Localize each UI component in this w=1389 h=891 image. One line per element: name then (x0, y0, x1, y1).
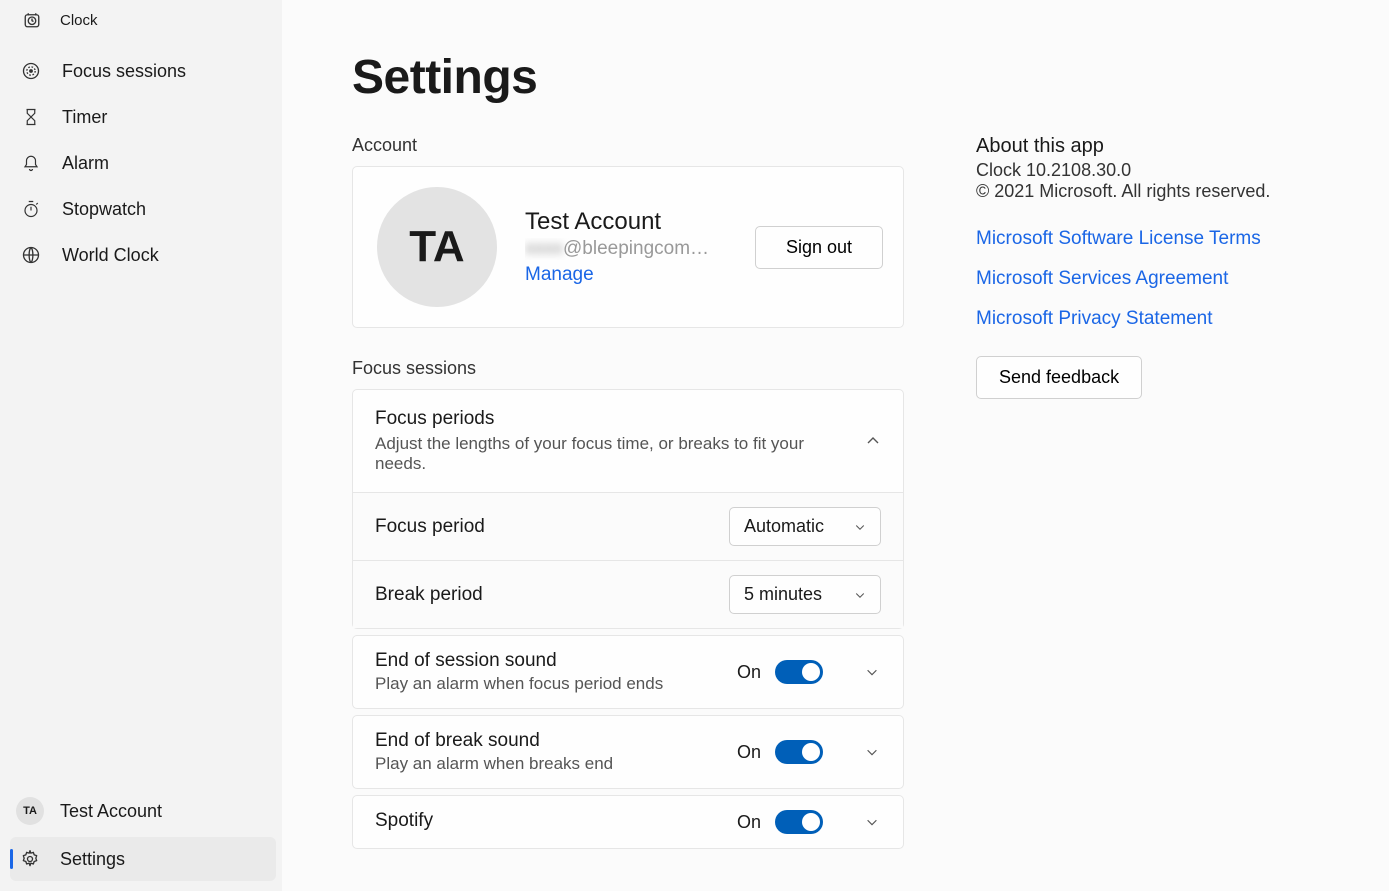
bell-icon (20, 152, 42, 174)
spotify-toggle[interactable] (775, 810, 823, 834)
break-period-value: 5 minutes (744, 584, 822, 605)
chevron-up-icon (865, 433, 881, 449)
focus-periods-title: Focus periods (375, 408, 815, 430)
end-session-state: On (737, 662, 761, 683)
avatar-small: TA (16, 797, 44, 825)
break-period-row: Break period 5 minutes (353, 560, 903, 628)
about-section: About this app Clock 10.2108.30.0 © 2021… (976, 135, 1336, 849)
end-break-state: On (737, 742, 761, 763)
end-session-desc: Play an alarm when focus period ends (375, 674, 737, 694)
sidebar-account-label: Test Account (60, 801, 162, 822)
break-period-dropdown[interactable]: 5 minutes (729, 575, 881, 614)
end-break-desc: Play an alarm when breaks end (375, 754, 737, 774)
focus-period-row: Focus period Automatic (353, 492, 903, 560)
manage-link[interactable]: Manage (525, 264, 594, 286)
sidebar-item-stopwatch[interactable]: Stopwatch (10, 188, 278, 230)
about-copyright: © 2021 Microsoft. All rights reserved. (976, 181, 1336, 202)
about-version: Clock 10.2108.30.0 (976, 160, 1336, 181)
main-content: Settings Account TA Test Account xxxx@bl… (282, 0, 1389, 891)
chevron-down-icon (854, 521, 866, 533)
account-section-heading: Account (352, 135, 904, 156)
account-email: xxxx@bleepingcom… (525, 238, 725, 260)
focus-periods-desc: Adjust the lengths of your focus time, o… (375, 434, 815, 474)
sidebar-item-timer[interactable]: Timer (10, 96, 278, 138)
send-feedback-button[interactable]: Send feedback (976, 356, 1142, 399)
sidebar-item-world-clock[interactable]: World Clock (10, 234, 278, 276)
target-icon (20, 60, 42, 82)
page-title: Settings (352, 50, 1361, 105)
focus-periods-expander[interactable]: Focus periods Adjust the lengths of your… (352, 389, 904, 629)
end-session-toggle[interactable] (775, 660, 823, 684)
spotify-state: On (737, 812, 761, 833)
stopwatch-icon (20, 198, 42, 220)
sidebar-item-focus-sessions[interactable]: Focus sessions (10, 50, 278, 92)
sidebar-item-settings[interactable]: Settings (10, 837, 276, 881)
sidebar-item-label: Focus sessions (62, 61, 186, 82)
sidebar-settings-label: Settings (60, 849, 125, 870)
sidebar: Focus sessions Timer Alarm Stopwatch Wor… (0, 40, 282, 891)
chevron-down-icon (865, 745, 881, 759)
end-break-toggle[interactable] (775, 740, 823, 764)
clock-app-icon (22, 10, 42, 30)
avatar: TA (377, 187, 497, 307)
account-card: TA Test Account xxxx@bleepingcom… Manage… (352, 166, 904, 328)
focus-period-dropdown[interactable]: Automatic (729, 507, 881, 546)
hourglass-icon (20, 106, 42, 128)
sidebar-item-label: Alarm (62, 153, 109, 174)
signout-button[interactable]: Sign out (755, 226, 883, 269)
about-heading: About this app (976, 135, 1336, 158)
license-terms-link[interactable]: Microsoft Software License Terms (976, 228, 1336, 250)
sidebar-item-label: Stopwatch (62, 199, 146, 220)
chevron-down-icon (854, 589, 866, 601)
spotify-card[interactable]: Spotify On (352, 795, 904, 849)
spotify-title: Spotify (375, 810, 737, 832)
services-agreement-link[interactable]: Microsoft Services Agreement (976, 268, 1336, 290)
focus-period-value: Automatic (744, 516, 824, 537)
account-name: Test Account (525, 208, 727, 236)
gear-icon (16, 848, 44, 870)
break-period-label: Break period (375, 584, 483, 606)
chevron-down-icon (865, 665, 881, 679)
end-session-title: End of session sound (375, 650, 737, 672)
end-break-title: End of break sound (375, 730, 737, 752)
sidebar-item-alarm[interactable]: Alarm (10, 142, 278, 184)
end-session-sound-card[interactable]: End of session sound Play an alarm when … (352, 635, 904, 709)
end-break-sound-card[interactable]: End of break sound Play an alarm when br… (352, 715, 904, 789)
sidebar-account-item[interactable]: TA Test Account (10, 789, 276, 833)
focus-period-label: Focus period (375, 516, 485, 538)
focus-section-heading: Focus sessions (352, 358, 904, 379)
chevron-down-icon (865, 815, 881, 829)
globe-icon (20, 244, 42, 266)
app-title: Clock (60, 12, 98, 29)
sidebar-item-label: World Clock (62, 245, 159, 266)
sidebar-item-label: Timer (62, 107, 107, 128)
privacy-statement-link[interactable]: Microsoft Privacy Statement (976, 308, 1336, 330)
